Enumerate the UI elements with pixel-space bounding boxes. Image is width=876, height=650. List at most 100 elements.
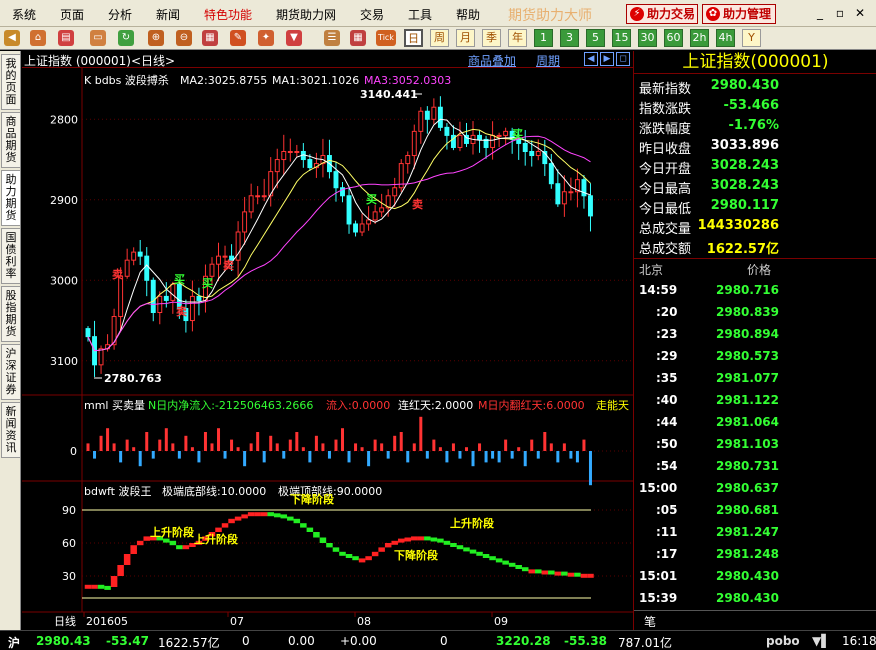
high-label: 3140.441 (360, 88, 418, 101)
tick-row[interactable]: 15:00 2980.637 (634, 478, 876, 500)
expand-icon[interactable]: ◻ (616, 52, 630, 66)
quote-label: 最新指数 (639, 82, 692, 97)
zoom-out-icon[interactable]: ⊖ (176, 30, 192, 46)
tick-row[interactable]: 15:39 2980.430 (634, 588, 876, 610)
tick-row[interactable]: :11 2981.247 (634, 522, 876, 544)
wave-bar (502, 560, 509, 565)
kline-chart[interactable]: 3100 3000 2900 2800 K bdbs 波段搏杀 MA2:3025.8755… (22, 51, 633, 630)
left-tab[interactable]: 助力期货 (1, 170, 20, 226)
manage-button[interactable]: ✿ 助力管理 (702, 4, 776, 24)
tick-row[interactable]: :17 2981.248 (634, 544, 876, 566)
tick-row[interactable]: :40 2981.122 (634, 390, 876, 412)
menu-item[interactable]: 系统 (12, 6, 36, 23)
trade-button[interactable]: ⚡ 助力交易 (626, 4, 698, 24)
quote-row: 昨日收盘 3033.896 (634, 136, 876, 157)
mml-bar (151, 451, 155, 459)
mml-bar (471, 451, 475, 467)
back-icon[interactable]: ◀ (4, 30, 20, 46)
menu-item[interactable]: 特色功能 (204, 6, 252, 23)
period-button[interactable]: 日 (404, 29, 423, 47)
tool-icon[interactable]: ✦ (258, 30, 274, 46)
mml-bar (530, 439, 534, 451)
tick-row[interactable]: :54 2980.731 (634, 456, 876, 478)
tick-row[interactable]: :44 2981.064 (634, 412, 876, 434)
stats-icon[interactable]: ▤ (58, 30, 74, 46)
period-button[interactable]: 15 (612, 29, 631, 47)
right-arrow-icon[interactable]: ▶ (600, 52, 614, 66)
zoom-in-icon[interactable]: ⊕ (148, 30, 164, 46)
period-button[interactable]: 季 (482, 29, 501, 47)
tick-row[interactable]: 15:01 2980.430 (634, 566, 876, 588)
stage-label: 上升阶段 (450, 516, 494, 530)
mml-bar (295, 432, 299, 451)
wave-bar (424, 536, 431, 541)
left-tab[interactable]: 国债利率 (1, 228, 20, 284)
folder-icon[interactable]: ▭ (90, 30, 106, 46)
candle-body (255, 195, 261, 198)
period-button[interactable]: 周 (430, 29, 449, 47)
period-button[interactable]: 2h (690, 29, 709, 47)
left-tab[interactable]: 商品期货 (1, 112, 20, 168)
left-tab[interactable]: 股指期货 (1, 286, 20, 342)
layout-icon[interactable]: ▦ (202, 30, 218, 46)
menu-item[interactable]: 分析 (108, 6, 132, 23)
period-button[interactable]: 60 (664, 29, 683, 47)
period-button[interactable]: Y (742, 29, 761, 47)
tick-time: 15:39 (639, 591, 678, 605)
wave-bar (84, 584, 92, 589)
period-button[interactable]: 30 (638, 29, 657, 47)
period-button[interactable]: 月 (456, 29, 475, 47)
period-link[interactable]: 周期 (536, 52, 560, 69)
left-tab[interactable]: 新闻资讯 (1, 402, 20, 458)
mml-bar (164, 428, 168, 451)
quote-row: 总成交量 144330286 (634, 216, 876, 237)
chart-header: 上证指数 (000001)<日线> 商品叠加 周期 ◀ ▶ ◻ (22, 51, 633, 68)
close-icon[interactable]: ✕ (852, 5, 868, 21)
y-tick-label: 2900 (50, 194, 78, 207)
minimize-icon[interactable]: _ (812, 5, 828, 21)
y-tick-label: 3000 (50, 274, 78, 287)
tick-tabs: 笔 (634, 610, 876, 630)
period-button[interactable]: 5 (586, 29, 605, 47)
filter-icon[interactable]: ▼ (286, 30, 302, 46)
restore-icon[interactable]: ▫ (832, 5, 848, 21)
menu-item[interactable]: 新闻 (156, 6, 180, 23)
grid-icon[interactable]: ▦ (350, 30, 366, 46)
wave-bar (437, 538, 444, 543)
period-button[interactable]: 4h (716, 29, 735, 47)
mml-bar (399, 432, 403, 451)
wave-bar (587, 573, 594, 578)
mml-bar (523, 451, 527, 467)
menu-item[interactable]: 交易 (360, 6, 384, 23)
mml-bar (86, 443, 90, 451)
tick-row[interactable]: :35 2981.077 (634, 368, 876, 390)
period-button[interactable]: 年 (508, 29, 527, 47)
home-icon[interactable]: ⌂ (30, 30, 46, 46)
mml-bar (301, 447, 305, 451)
tick-row[interactable]: 14:59 2980.716 (634, 280, 876, 302)
pen-icon[interactable]: ✎ (230, 30, 246, 46)
left-tab[interactable]: 沪深证券 (1, 344, 20, 400)
menu-item[interactable]: 帮助 (456, 6, 480, 23)
overlay-link[interactable]: 商品叠加 (468, 52, 516, 69)
list-icon[interactable]: ☰ (324, 30, 340, 46)
menu-item[interactable]: 页面 (60, 6, 84, 23)
wave-bar (456, 545, 464, 550)
tick-icon[interactable]: Tick (376, 30, 396, 46)
menu-item[interactable]: 期货助力网 (276, 6, 336, 23)
tick-price: 2980.681 (716, 503, 780, 517)
left-arrow-icon[interactable]: ◀ (584, 52, 598, 66)
left-tab[interactable]: 我的页面 (1, 54, 20, 110)
period-button[interactable]: 1 (534, 29, 553, 47)
tick-tab[interactable]: 笔 (644, 613, 656, 630)
refresh-icon[interactable]: ↻ (118, 30, 134, 46)
period-button[interactable]: 3 (560, 29, 579, 47)
tick-row[interactable]: :50 2981.103 (634, 434, 876, 456)
menu-item[interactable]: 工具 (408, 6, 432, 23)
tick-row[interactable]: :05 2980.681 (634, 500, 876, 522)
tick-row[interactable]: :20 2980.839 (634, 302, 876, 324)
candle-body (437, 106, 443, 128)
tick-row[interactable]: :23 2980.894 (634, 324, 876, 346)
wave-bar (482, 554, 490, 558)
tick-row[interactable]: :29 2980.573 (634, 346, 876, 368)
